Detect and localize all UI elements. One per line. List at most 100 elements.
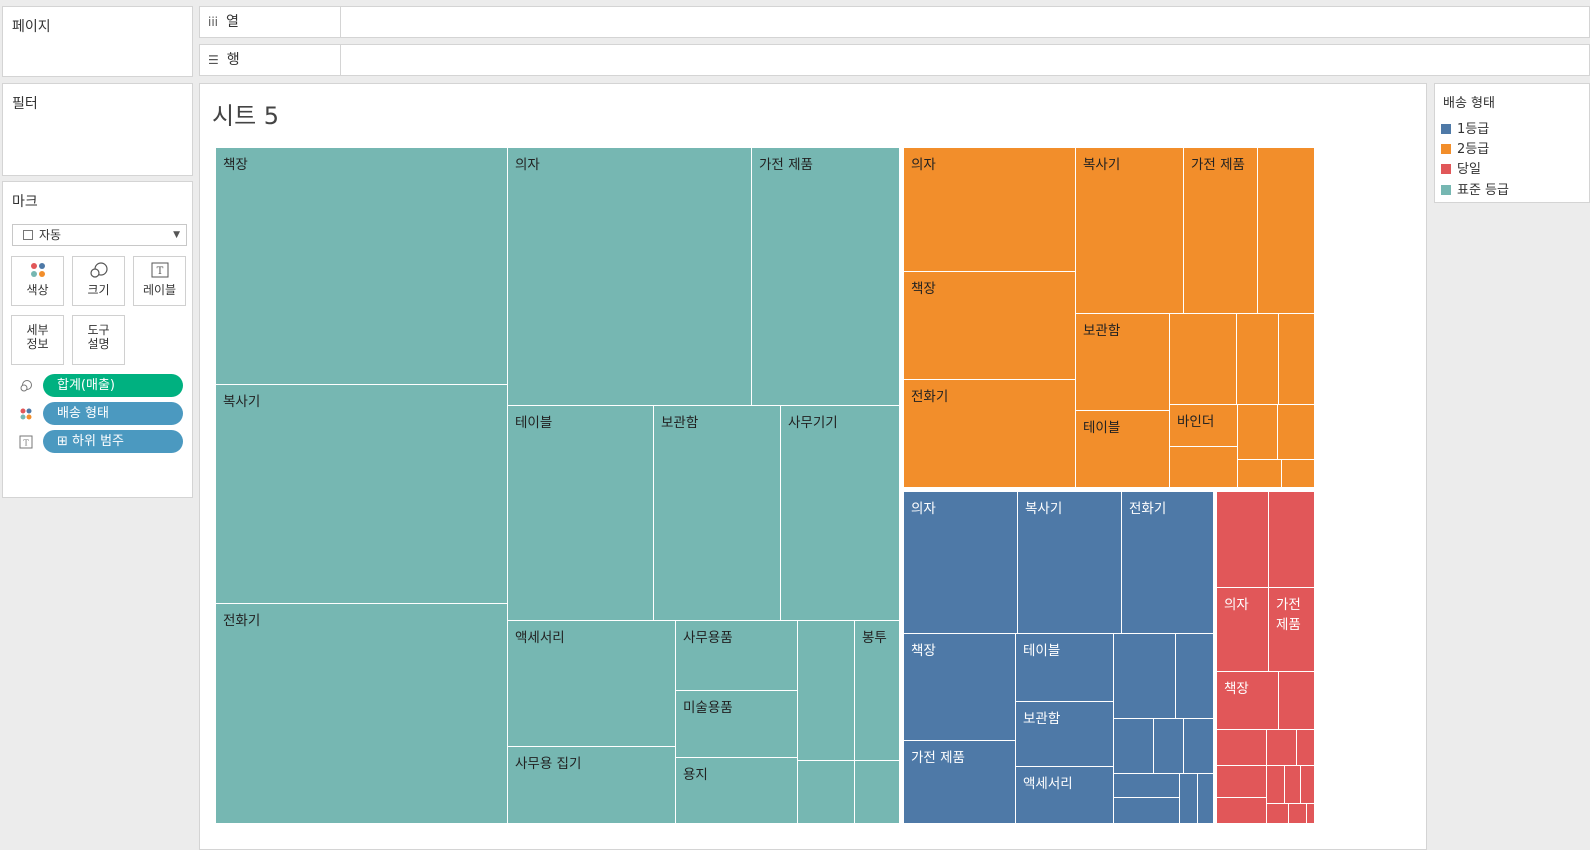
color-pill-row[interactable]: 배송 형태	[19, 402, 185, 426]
legend-item[interactable]: 2등급	[1441, 140, 1489, 160]
treemap-cell[interactable]: 책장	[1217, 672, 1279, 730]
treemap-cell[interactable]	[1180, 774, 1198, 824]
tooltip-button[interactable]: 도구 설명	[72, 315, 125, 365]
treemap-cell[interactable]: 의자	[904, 492, 1018, 634]
treemap-cell[interactable]	[1176, 634, 1214, 719]
treemap-cell[interactable]	[855, 761, 900, 824]
treemap-cell[interactable]: 보관함	[1076, 314, 1170, 411]
treemap-cell[interactable]	[1217, 730, 1267, 766]
treemap-cell[interactable]: 보관함	[1016, 702, 1114, 767]
treemap-cell[interactable]: 액세서리	[1016, 767, 1114, 824]
treemap-cell[interactable]: 복사기	[216, 385, 508, 604]
treemap-cell[interactable]	[1114, 798, 1180, 824]
treemap-cell[interactable]: 액세서리	[508, 621, 676, 747]
label-pill-row[interactable]: T ⊞ 하위 범주	[19, 430, 185, 454]
treemap-cell[interactable]	[1114, 634, 1176, 719]
color-pill[interactable]: 배송 형태	[43, 402, 183, 425]
columns-icon: iii	[208, 15, 219, 29]
color-button[interactable]: 색상	[11, 256, 64, 306]
size-pill-row[interactable]: 합계(매출)	[19, 374, 185, 398]
treemap-cell[interactable]	[1217, 492, 1269, 588]
treemap-cell[interactable]: 사무기기	[781, 406, 900, 621]
treemap-cell[interactable]	[1267, 766, 1285, 804]
treemap-cell[interactable]: 의자	[508, 148, 752, 406]
treemap-cell[interactable]	[798, 621, 855, 761]
treemap-cell[interactable]	[1217, 766, 1267, 798]
treemap-cell[interactable]: 가전 제품	[752, 148, 900, 406]
mark-type-dropdown[interactable]: 자동 ▼	[12, 224, 187, 246]
columns-label: 열	[226, 14, 239, 30]
treemap-cell[interactable]	[1198, 774, 1214, 824]
treemap-cell[interactable]	[1237, 314, 1279, 405]
treemap-cell[interactable]: 의자	[904, 148, 1076, 272]
rows-shelf[interactable]: ☰ 행	[199, 44, 1590, 76]
treemap-cell[interactable]: 테이블	[1076, 411, 1170, 488]
treemap-cell[interactable]	[1285, 766, 1301, 804]
color-icon	[12, 257, 63, 283]
size-pill[interactable]: 합계(매출)	[43, 374, 183, 397]
legend-item[interactable]: 당일	[1441, 160, 1481, 180]
treemap-cell[interactable]	[1154, 719, 1184, 774]
treemap-cell[interactable]: 테이블	[508, 406, 654, 621]
treemap-cell[interactable]	[1267, 730, 1297, 766]
treemap-cell[interactable]	[1170, 447, 1238, 488]
treemap-cell[interactable]: 전화기	[1122, 492, 1214, 634]
treemap-cell[interactable]: 의자	[1217, 588, 1269, 672]
treemap-cell[interactable]	[1282, 460, 1315, 488]
treemap-cell[interactable]: 용지	[676, 758, 798, 824]
filters-panel[interactable]: 필터	[2, 83, 193, 176]
mark-type-value: 자동	[39, 228, 62, 242]
treemap-cell[interactable]: 가전 제품	[1269, 588, 1315, 672]
treemap-cell[interactable]: 가전 제품	[904, 741, 1016, 824]
treemap-cell[interactable]: 보관함	[654, 406, 781, 621]
legend-item[interactable]: 1등급	[1441, 120, 1489, 140]
treemap-cell[interactable]	[1289, 804, 1307, 824]
treemap-cell-label: 테이블	[1023, 643, 1061, 659]
treemap-cell[interactable]: 책장	[216, 148, 508, 385]
label-pill[interactable]: ⊞ 하위 범주	[43, 430, 183, 453]
treemap-cell[interactable]	[798, 761, 855, 824]
treemap-cell[interactable]	[1307, 804, 1315, 824]
detail-button[interactable]: 세부 정보	[11, 315, 64, 365]
columns-shelf[interactable]: iii 열	[199, 6, 1590, 38]
size-button[interactable]: 크기	[72, 256, 125, 306]
treemap-cell-label: 바인더	[1177, 414, 1215, 430]
treemap-cell[interactable]: 책장	[904, 634, 1016, 741]
treemap-cell-label: 보관함	[1083, 323, 1121, 339]
treemap-cell[interactable]: 책장	[904, 272, 1076, 380]
treemap-cell[interactable]	[1267, 804, 1289, 824]
treemap-cell[interactable]: 바인더	[1170, 405, 1238, 447]
treemap-cell[interactable]: 테이블	[1016, 634, 1114, 702]
treemap-cell[interactable]: 가전 제품	[1184, 148, 1258, 314]
treemap-cell[interactable]: 미술용품	[676, 691, 798, 758]
treemap-cell[interactable]: 전화기	[904, 380, 1076, 488]
treemap-cell[interactable]	[1170, 314, 1237, 405]
treemap-cell[interactable]: 사무용 집기	[508, 747, 676, 824]
treemap-cell-label: 의자	[515, 157, 540, 173]
pages-panel[interactable]: 페이지	[2, 6, 193, 77]
size-icon	[73, 257, 124, 283]
treemap-cell[interactable]	[1217, 798, 1267, 824]
treemap-cell[interactable]	[1297, 730, 1315, 766]
treemap-cell-label: 책장	[223, 157, 248, 173]
treemap-cell[interactable]	[1114, 774, 1180, 798]
treemap-cell[interactable]	[1279, 672, 1315, 730]
treemap-cell[interactable]	[1238, 460, 1282, 488]
treemap-cell[interactable]	[1278, 405, 1315, 460]
treemap-cell[interactable]	[1269, 492, 1315, 588]
treemap-cell[interactable]: 복사기	[1018, 492, 1122, 634]
label-button[interactable]: T 레이블	[133, 256, 186, 306]
treemap-cell[interactable]: 복사기	[1076, 148, 1184, 314]
treemap-cell-label: 책장	[911, 281, 936, 297]
treemap-cell[interactable]: 사무용품	[676, 621, 798, 691]
legend-item[interactable]: 표준 등급	[1441, 181, 1509, 201]
treemap-cell[interactable]	[1301, 766, 1315, 804]
treemap-cell[interactable]	[1114, 719, 1154, 774]
treemap-cell[interactable]	[1258, 148, 1315, 314]
treemap-cell[interactable]	[1279, 314, 1315, 405]
treemap-cell[interactable]	[1238, 405, 1278, 460]
treemap-cell[interactable]: 전화기	[216, 604, 508, 824]
treemap-cell[interactable]	[1184, 719, 1214, 774]
treemap-cell[interactable]: 봉투	[855, 621, 900, 761]
treemap-cell-label: 보관함	[1023, 711, 1061, 727]
